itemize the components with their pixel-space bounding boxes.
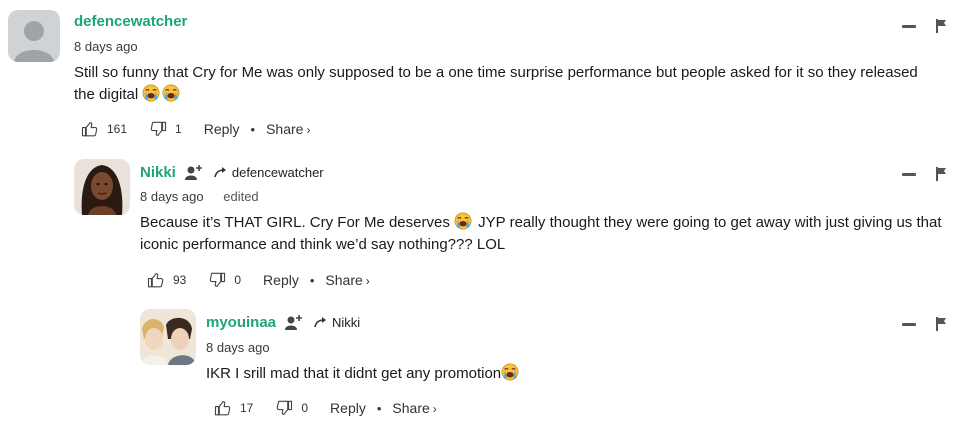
like-count: 17 — [240, 401, 254, 415]
username[interactable]: myouinaa — [206, 314, 276, 331]
flag-icon[interactable] — [936, 19, 948, 33]
timestamp: 8 days ago — [140, 189, 204, 204]
loudly-crying-face-icon — [501, 363, 519, 381]
flag-icon[interactable] — [936, 167, 948, 181]
thumbs-up-icon — [214, 400, 231, 416]
share-button[interactable]: Share › — [266, 121, 310, 137]
separator-dot: • — [376, 400, 382, 416]
reply-button[interactable]: Reply — [330, 400, 366, 416]
collapse-button[interactable] — [902, 172, 916, 176]
thumbs-down-icon — [277, 400, 293, 416]
user-photo-icon — [140, 309, 196, 365]
like-button[interactable] — [81, 120, 107, 138]
username[interactable]: Nikki — [140, 164, 176, 181]
share-button[interactable]: Share › — [325, 272, 369, 288]
comment-text: Because it’s THAT GIRL. Cry For Me deser… — [140, 212, 942, 253]
dislike-button[interactable] — [275, 399, 301, 417]
loudly-crying-face-icon — [454, 212, 472, 230]
timestamp: 8 days ago — [206, 340, 270, 355]
reply-to-link[interactable]: Nikki — [314, 315, 360, 330]
chevron-right-icon: › — [306, 123, 311, 137]
follow-user-icon[interactable] — [184, 163, 204, 181]
avatar-myouinaa[interactable] — [140, 309, 196, 365]
like-count: 161 — [107, 122, 128, 136]
thumbs-up-icon — [81, 121, 98, 137]
comment-text: IKR I srill mad that it didnt get any pr… — [206, 363, 906, 385]
avatar-default[interactable] — [8, 10, 60, 62]
dislike-count: 1 — [175, 122, 182, 136]
default-user-icon — [8, 10, 60, 62]
separator-dot: • — [309, 272, 315, 288]
avatar-nikki[interactable] — [74, 159, 130, 215]
flag-icon[interactable] — [936, 317, 948, 331]
like-button[interactable] — [214, 399, 240, 417]
share-button[interactable]: Share › — [392, 400, 436, 416]
dislike-button[interactable] — [149, 120, 175, 138]
dislike-count: 0 — [234, 273, 242, 287]
reply-button[interactable]: Reply — [263, 272, 299, 288]
timestamp: 8 days ago — [74, 39, 138, 54]
loudly-crying-face-icon — [142, 84, 160, 102]
thumbs-down-icon — [150, 121, 167, 137]
dislike-count: 0 — [301, 401, 309, 415]
chevron-right-icon: › — [365, 274, 370, 288]
comment-text: Still so funny that Cry for Me was only … — [74, 64, 918, 103]
reply-button[interactable]: Reply — [204, 121, 240, 137]
collapse-button[interactable] — [902, 322, 916, 326]
loudly-crying-face-icon — [162, 84, 180, 102]
separator-dot: • — [250, 121, 256, 137]
thumbs-up-icon — [147, 272, 164, 288]
follow-user-icon[interactable] — [284, 313, 304, 331]
username[interactable]: defencewatcher — [74, 13, 187, 30]
edited-label: edited — [223, 189, 259, 204]
thumbs-down-icon — [210, 272, 226, 288]
like-count: 93 — [173, 273, 187, 287]
reply-to-link[interactable]: defencewatcher — [214, 165, 324, 180]
collapse-button[interactable] — [902, 24, 916, 28]
like-button[interactable] — [147, 271, 173, 289]
user-photo-icon — [74, 159, 130, 215]
dislike-button[interactable] — [208, 271, 234, 289]
reply-arrow-icon — [214, 167, 226, 178]
reply-arrow-icon — [314, 317, 327, 328]
chevron-right-icon: › — [432, 402, 437, 416]
